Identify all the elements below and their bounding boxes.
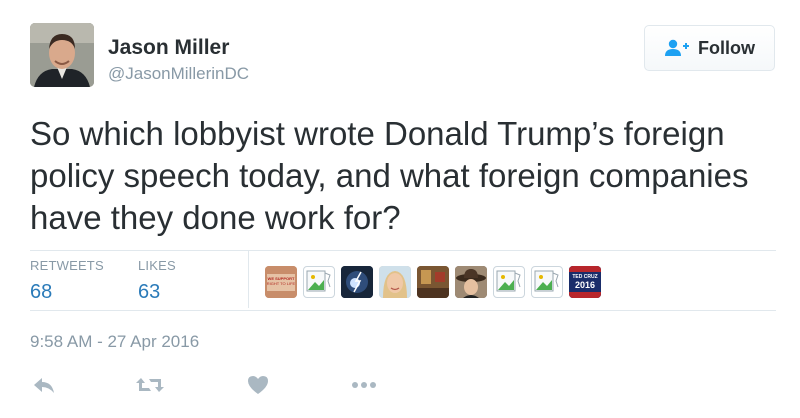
like-icon (248, 376, 268, 394)
follow-person-plus-icon (665, 39, 689, 56)
retweets-stat[interactable]: RETWEETS 68 (30, 258, 104, 304)
broken-image-icon (306, 270, 331, 292)
tweet-text: So which lobbyist wrote Donald Trump’s f… (30, 115, 749, 236)
campaign-year-text: 2016 (575, 280, 595, 290)
woman-photo-icon (379, 266, 411, 298)
avatar-broken-image[interactable] (531, 266, 563, 298)
more-button[interactable] (350, 374, 378, 396)
avatar-lightning-image[interactable] (341, 266, 373, 298)
reply-button[interactable] (30, 374, 58, 396)
retweets-label: RETWEETS (30, 258, 104, 273)
avatar-broken-image[interactable] (493, 266, 525, 298)
avatar-room-image[interactable] (417, 266, 449, 298)
user-display-name[interactable]: Jason Miller (108, 36, 229, 60)
broken-image-icon (496, 270, 521, 292)
follow-button[interactable]: Follow (644, 25, 775, 71)
retweet-icon (136, 378, 164, 392)
like-button[interactable] (244, 374, 272, 396)
reply-icon (34, 378, 54, 393)
cowboy-hat-icon (455, 266, 487, 298)
sign-caption-text-2: RIGHT TO LIFE (267, 281, 296, 286)
retweets-count[interactable]: 68 (30, 281, 104, 304)
campaign-logo-icon: TED CRUZ 2016 (569, 266, 601, 298)
avatar-ted-cruz-2016-image[interactable]: TED CRUZ 2016 (569, 266, 601, 298)
likes-label: LIKES (138, 258, 176, 273)
user-handle[interactable]: @JasonMillerinDC (108, 64, 249, 84)
lightning-icon (341, 266, 373, 298)
broken-image-icon (534, 270, 559, 292)
room-photo-icon (417, 266, 449, 298)
likes-count[interactable]: 63 (138, 281, 176, 304)
person-photo-icon (30, 23, 94, 87)
tweet-timestamp[interactable]: 9:58 AM - 27 Apr 2016 (30, 332, 199, 352)
stats-separator (248, 251, 249, 308)
stats-bottom-divider (30, 310, 776, 311)
liker-avatars: WE SUPPORT RIGHT TO LIFE TED CRUZ 2016 (265, 266, 601, 298)
stats-top-divider (30, 250, 776, 251)
avatar-cowboy-hat-image[interactable] (455, 266, 487, 298)
avatar-woman-image[interactable] (379, 266, 411, 298)
sign-image-icon: WE SUPPORT RIGHT TO LIFE (265, 266, 297, 298)
avatar-broken-image[interactable] (303, 266, 335, 298)
likes-stat[interactable]: LIKES 63 (138, 258, 176, 304)
profile-avatar[interactable] (30, 23, 94, 87)
avatar-sign-image[interactable]: WE SUPPORT RIGHT TO LIFE (265, 266, 297, 298)
follow-button-label: Follow (698, 37, 755, 58)
more-icon (352, 382, 376, 388)
retweet-button[interactable] (136, 374, 164, 396)
